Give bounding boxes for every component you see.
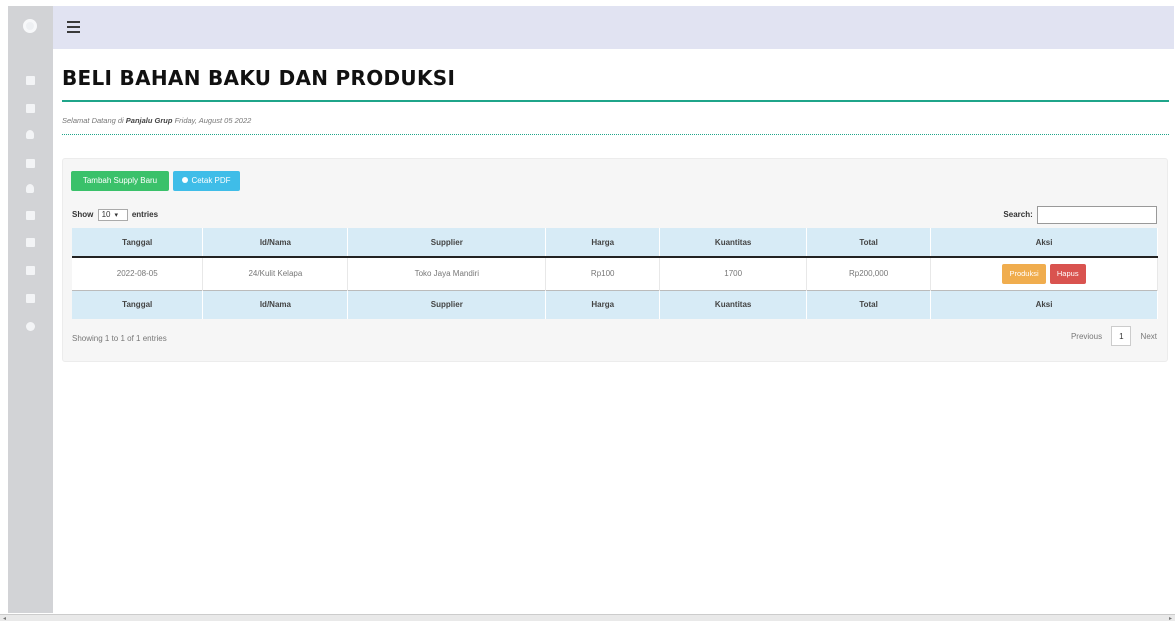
table-header-row: Tanggal Id/Nama Supplier Harga Kuantitas…: [72, 228, 1158, 258]
column-header[interactable]: Id/Nama: [202, 228, 349, 258]
page-1-button[interactable]: 1: [1111, 326, 1132, 346]
content-panel: Tambah Supply Baru Cetak PDF Show 10 ▾ en…: [62, 158, 1168, 362]
pagination: Previous 1 Next: [1071, 326, 1157, 346]
welcome-divider: [62, 134, 1169, 135]
logo-icon[interactable]: [23, 19, 37, 33]
next-button[interactable]: Next: [1141, 332, 1157, 341]
horizontal-scrollbar[interactable]: ◂ ▸: [0, 614, 1175, 622]
list-icon[interactable]: [26, 104, 35, 113]
gear-icon[interactable]: [26, 322, 35, 331]
print-pdf-button[interactable]: Cetak PDF: [173, 171, 240, 191]
add-supply-button[interactable]: Tambah Supply Baru: [71, 171, 169, 191]
column-header[interactable]: Supplier: [347, 228, 547, 258]
column-footer: Id/Nama: [202, 289, 349, 319]
entries-label: entries: [131, 210, 159, 220]
previous-button[interactable]: Previous: [1071, 332, 1102, 341]
column-footer: Total: [806, 289, 932, 319]
cell-total: Rp200,000: [806, 257, 932, 290]
produksi-button[interactable]: Produksi: [1002, 263, 1046, 284]
user-icon[interactable]: [26, 130, 34, 139]
column-header[interactable]: Harga: [545, 228, 661, 258]
cell-kuantitas: 1700: [659, 257, 808, 290]
cell-tanggal: 2022-08-05: [72, 257, 204, 290]
column-footer: Kuantitas: [659, 289, 808, 319]
table-info: Showing 1 to 1 of 1 entries: [72, 334, 167, 343]
search-label: Search:: [1003, 210, 1033, 220]
hamburger-menu-icon[interactable]: [67, 21, 80, 33]
column-header[interactable]: Total: [806, 228, 932, 258]
card-icon[interactable]: [26, 266, 35, 275]
show-label: Show: [72, 210, 94, 220]
entries-select[interactable]: 10 ▾: [97, 209, 128, 221]
card-icon[interactable]: [26, 294, 35, 303]
lock-icon[interactable]: [26, 211, 35, 220]
table-footer-row: Tanggal Id/Nama Supplier Harga Kuantitas…: [72, 289, 1158, 319]
chevron-down-icon: ▾: [114, 212, 118, 219]
hapus-button[interactable]: Hapus: [1049, 263, 1086, 284]
print-pdf-label: Cetak PDF: [191, 176, 231, 185]
column-header[interactable]: Kuantitas: [659, 228, 808, 258]
column-header[interactable]: Aksi: [930, 228, 1158, 258]
dashboard-icon[interactable]: [26, 76, 35, 85]
current-date: Friday, August 05 2022: [174, 116, 252, 125]
lock-icon[interactable]: [26, 159, 35, 168]
search-input[interactable]: [1037, 206, 1157, 224]
cell-harga: Rp100: [545, 257, 661, 290]
brand-name: Panjalu Grup: [125, 116, 173, 125]
column-header[interactable]: Tanggal: [72, 228, 204, 258]
column-footer: Harga: [545, 289, 661, 319]
table-row: 2022-08-05 24/Kulit Kelapa Toko Jaya Man…: [72, 257, 1158, 290]
cell-supplier: Toko Jaya Mandiri: [347, 257, 547, 290]
column-footer: Aksi: [930, 289, 1158, 319]
user-icon[interactable]: [26, 184, 34, 193]
top-navbar: [53, 6, 1174, 49]
document-icon[interactable]: [26, 238, 35, 247]
column-footer: Tanggal: [72, 289, 204, 319]
title-divider: [62, 100, 1169, 102]
entries-value: 10: [101, 210, 111, 219]
page-title: BELI BAHAN BAKU DAN PRODUKSI: [62, 66, 456, 90]
print-icon: [182, 176, 189, 183]
data-table: Tanggal Id/Nama Supplier Harga Kuantitas…: [72, 228, 1158, 319]
cell-id-nama: 24/Kulit Kelapa: [202, 257, 349, 290]
welcome-text: Selamat Datang di Panjalu Grup Friday, A…: [62, 116, 251, 125]
search-control: Search:: [1003, 206, 1157, 224]
entries-length-control: Show 10 ▾ entries: [72, 209, 158, 221]
sidebar: [8, 6, 53, 613]
welcome-prefix: Selamat Datang di: [62, 116, 124, 125]
cell-aksi: Produksi Hapus: [930, 257, 1158, 290]
column-footer: Supplier: [347, 289, 547, 319]
